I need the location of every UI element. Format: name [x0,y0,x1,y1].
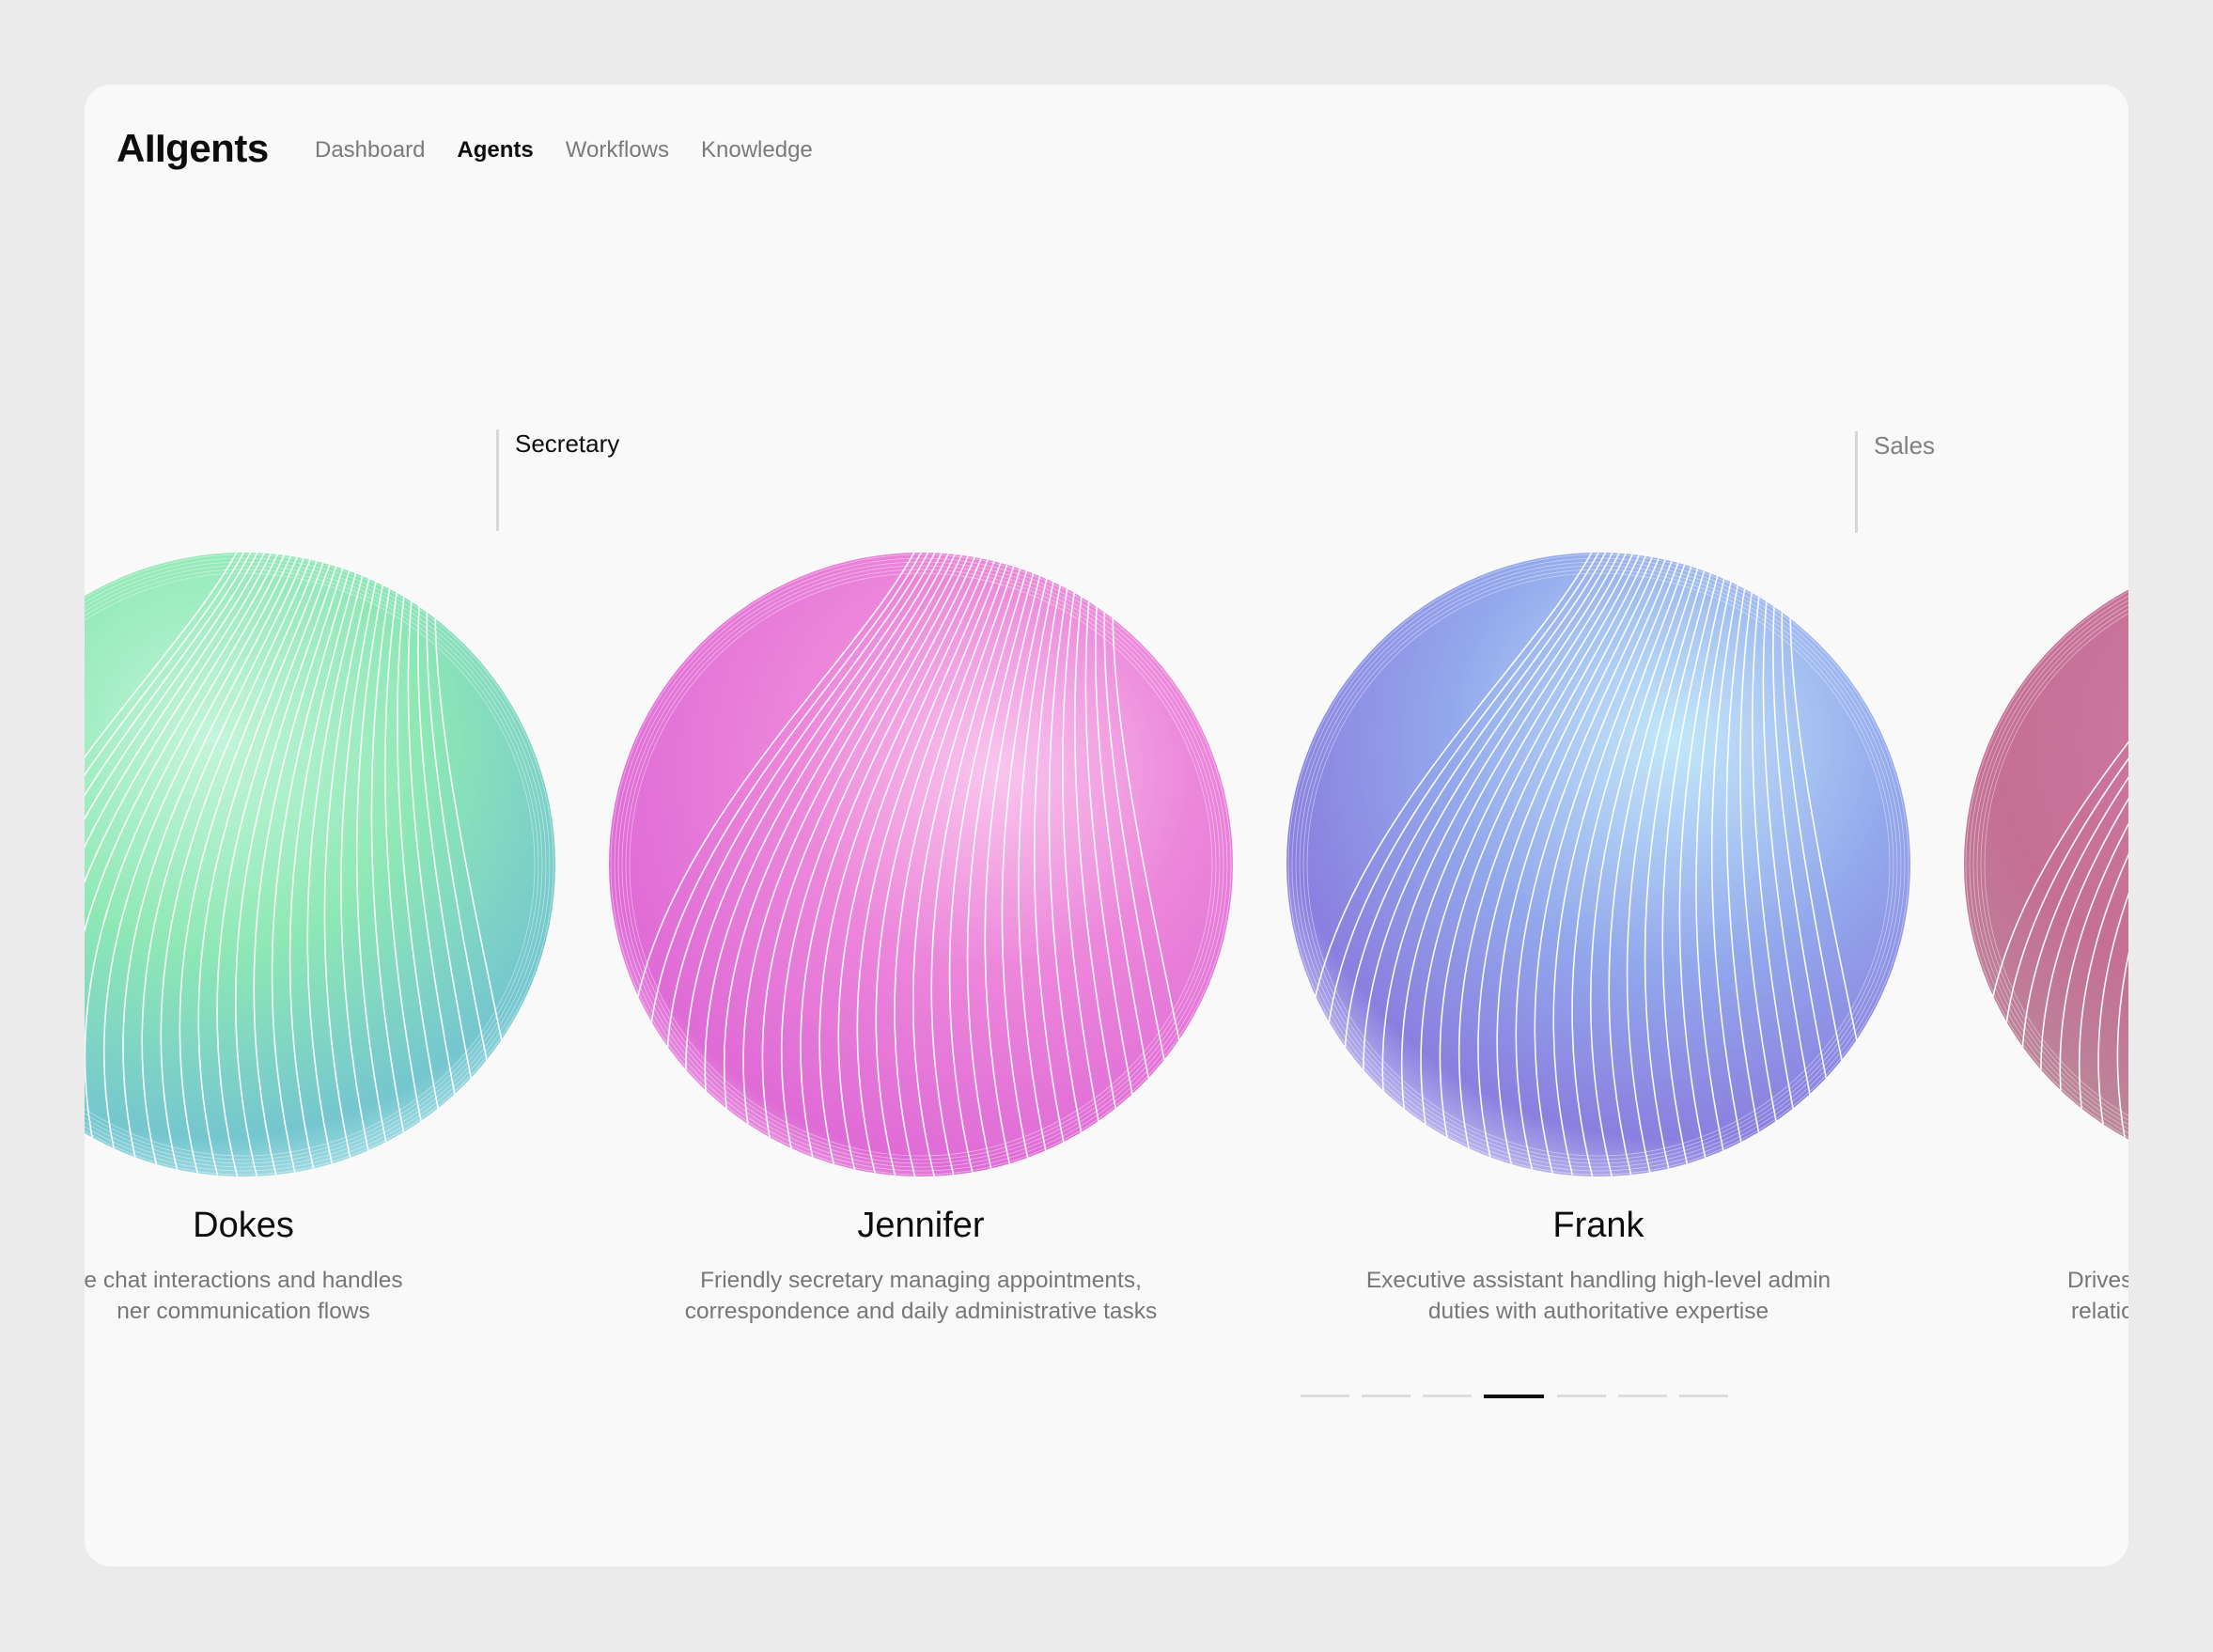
app-logo: AIIgents [117,126,269,170]
pager-dot[interactable] [1679,1395,1728,1397]
pager-dot[interactable] [1557,1395,1606,1397]
agent-description: Drives sales p relationships [2067,1265,2128,1327]
pager-dot[interactable] [1618,1395,1667,1397]
role-marker-secretary: Secretary [496,429,619,531]
role-marker-sales: Sales [1855,431,1935,533]
agent-description: e chat interactions and handles ner comm… [85,1265,582,1327]
agent-description-line: relationships [2071,1299,2128,1324]
agent-description-line: Executive assistant handling high-level … [1365,1268,1831,1293]
nav-agents[interactable]: Agents [457,137,533,164]
agent-description-line: Friendly secretary managing appointments… [700,1268,1142,1293]
carousel-pager [1301,1395,1740,1398]
blue-sphere-icon [1286,553,1910,1177]
agent-description: Executive assistant handling high-level … [1260,1265,1937,1327]
agent-description-line: ner communication flows [117,1299,370,1324]
agent-name: Jennifer [857,1206,985,1245]
agent-description-line: duties with authoritative expertise [1427,1299,1769,1324]
nav-knowledge[interactable]: Knowledge [701,137,813,164]
role-label-sales: Sales [1874,431,1936,460]
top-nav: Dashboard Agents Workflows Knowledge [315,137,845,164]
role-label-secretary: Secretary [515,429,620,458]
app-window: AIIgents Dashboard Agents Workflows Know… [85,85,2128,1566]
pager-dot[interactable] [1423,1395,1472,1397]
pager-dot[interactable] [1362,1395,1410,1397]
nav-dashboard[interactable]: Dashboard [315,137,425,164]
agent-description-line: Drives sales p [2067,1268,2128,1293]
pink-sphere-icon [609,553,1233,1177]
rose-sphere-icon [1964,553,2128,1177]
agent-description-line: correspondence and daily administrative … [684,1299,1158,1324]
agent-name: Frank [1552,1206,1644,1245]
pager-dot[interactable] [1484,1395,1544,1398]
agent-description-line: e chat interactions and handles [85,1268,403,1293]
pager-dot[interactable] [1301,1395,1349,1397]
agent-description: Friendly secretary managing appointments… [583,1265,1259,1327]
agent-name: Dokes [193,1206,294,1245]
nav-workflows[interactable]: Workflows [566,137,669,164]
green-sphere-icon [85,553,555,1177]
